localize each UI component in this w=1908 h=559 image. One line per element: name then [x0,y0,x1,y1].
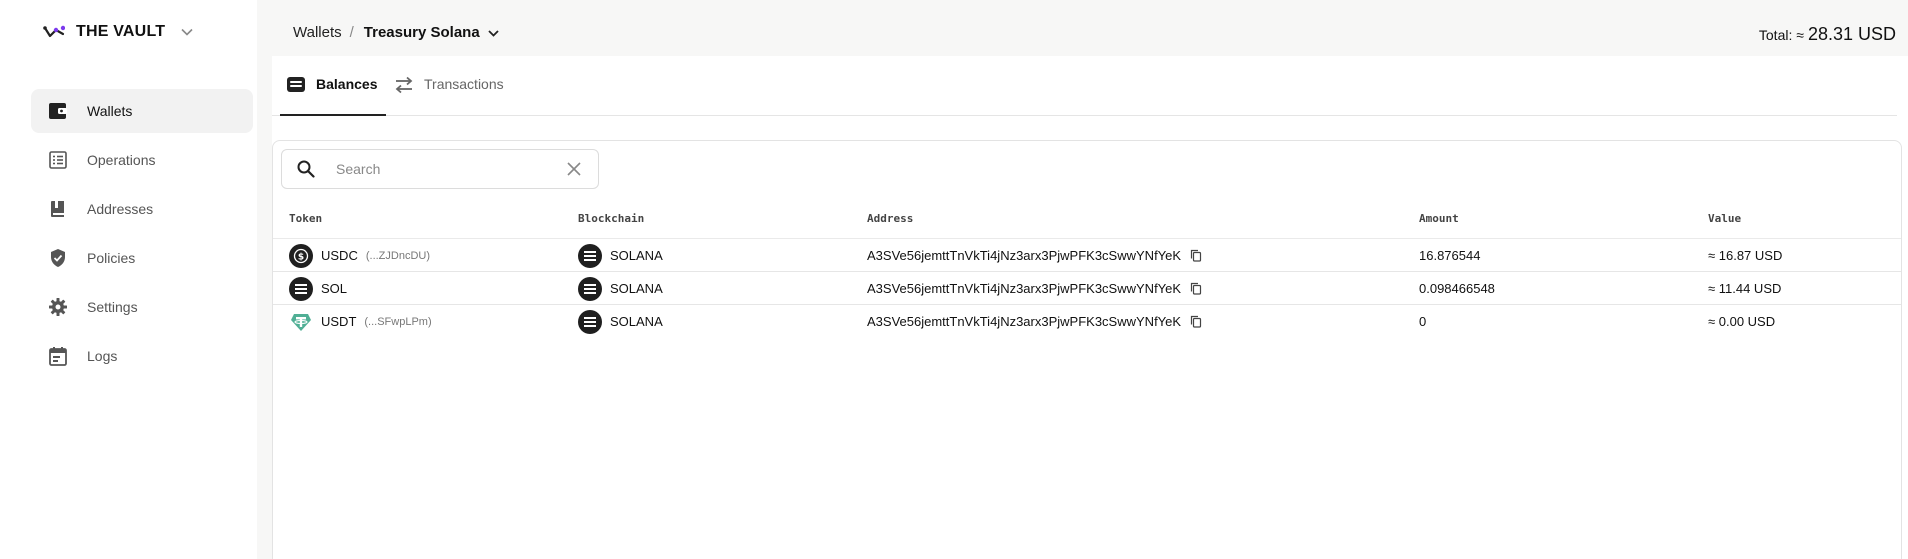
content-card: Balances Transactions Token [272,56,1908,559]
column-header-value[interactable]: Value [1708,212,1741,225]
calendar-icon [47,345,69,367]
svg-text:$: $ [298,252,304,262]
sidebar-item-label: Settings [87,299,138,315]
usdt-icon [289,310,313,334]
solana-icon [578,309,602,334]
tab-bar: Balances Transactions [272,56,1897,116]
tab-balances[interactable]: Balances [280,66,386,116]
sidebar-item-addresses[interactable]: Addresses [31,187,253,231]
table-row[interactable]: SOL SOLANA A3SVe56jemttTnVkTi4jNz3arx3Pj… [273,272,1901,305]
list-icon [47,149,69,171]
search-input[interactable] [336,161,556,177]
amount-cell: 16.876544 [1419,248,1481,263]
token-cell: $ USDC (...ZJDncDU) [289,239,430,272]
sidebar-item-label: Addresses [87,201,154,217]
blockchain-name: SOLANA [610,314,663,329]
balances-panel: Token Blockchain Address Amount Value $ … [272,140,1902,559]
copy-icon[interactable] [1189,249,1203,263]
wallet-card-icon [286,76,306,96]
workspace-switcher[interactable]: THE VAULT [42,20,195,44]
sidebar-item-operations[interactable]: Operations [31,138,253,182]
sidebar-item-wallets[interactable]: Wallets [31,89,253,133]
sidebar-item-label: Operations [87,152,156,168]
tab-transactions[interactable]: Transactions [394,66,504,116]
sidebar-item-label: Logs [87,348,118,364]
wallet-address: A3SVe56jemttTnVkTi4jNz3arx3PjwPFK3cSwwYN… [867,248,1182,263]
token-contract-short: (...SFwpLPm) [364,315,432,328]
address-cell: A3SVe56jemttTnVkTi4jNz3arx3PjwPFK3cSwwYN… [867,305,1203,338]
breadcrumb-separator: / [349,24,354,41]
token-symbol: SOL [321,281,348,296]
blockchain-name: SOLANA [610,281,663,296]
table-row[interactable]: USDT (...SFwpLPm) SOLANA A3SVe56jemttTnV… [273,305,1901,338]
solana-icon [578,276,602,301]
vault-logo-icon [42,20,66,44]
solana-icon [578,243,602,268]
close-icon[interactable] [564,159,584,179]
brand-name: THE VAULT [76,23,166,40]
usdc-icon: $ [289,243,313,268]
value-cell: ≈ 0.00 USD [1708,314,1776,329]
address-cell: A3SVe56jemttTnVkTi4jNz3arx3PjwPFK3cSwwYN… [867,272,1203,305]
search-icon [296,159,316,179]
swap-arrows-icon [394,76,414,97]
topbar: Wallets / Treasury Solana Total: ≈ 28.31… [257,0,1908,56]
column-header-address[interactable]: Address [867,212,913,225]
blockchain-cell: SOLANA [578,239,663,272]
main-area: Wallets / Treasury Solana Total: ≈ 28.31… [257,0,1908,559]
wallet-icon [47,100,69,122]
copy-icon[interactable] [1189,282,1203,296]
column-header-blockchain[interactable]: Blockchain [578,212,644,225]
sidebar: THE VAULT Wallets Operations Addresses P… [0,0,257,559]
value-cell: ≈ 16.87 USD [1708,248,1783,263]
token-cell: USDT (...SFwpLPm) [289,305,432,338]
token-symbol: USDT [321,314,357,329]
sidebar-item-settings[interactable]: Settings [31,285,253,329]
blockchain-name: SOLANA [610,248,663,263]
shield-icon [47,247,69,269]
column-header-token[interactable]: Token [289,212,322,225]
address-cell: A3SVe56jemttTnVkTi4jNz3arx3PjwPFK3cSwwYN… [867,239,1203,272]
table-row[interactable]: $ USDC (...ZJDncDU) SOLANA A3SVe56jemttT… [273,239,1901,272]
column-header-amount[interactable]: Amount [1419,212,1459,225]
book-icon [47,198,69,220]
token-contract-short: (...ZJDncDU) [365,249,431,262]
total-label: Total: ≈ [1758,27,1804,43]
breadcrumb: Wallets / Treasury Solana [293,24,499,41]
blockchain-cell: SOLANA [578,305,663,338]
sidebar-item-label: Wallets [87,103,133,119]
solana-icon [289,276,313,301]
breadcrumb-wallets-link[interactable]: Wallets [293,24,342,41]
token-symbol: USDC [321,248,358,263]
sidebar-item-policies[interactable]: Policies [31,236,253,280]
value-cell: ≈ 11.44 USD [1708,281,1782,296]
total-balance: Total: ≈ 28.31 USD [1759,24,1896,45]
blockchain-cell: SOLANA [578,272,663,305]
sidebar-nav: Wallets Operations Addresses Policies Se… [31,89,253,383]
sidebar-item-label: Policies [87,250,136,266]
sidebar-item-logs[interactable]: Logs [31,334,253,378]
gear-icon [47,296,69,318]
amount-cell: 0 [1419,314,1427,329]
chevron-down-icon [179,24,195,40]
chevron-down-icon [488,24,499,41]
token-cell: SOL [289,272,347,305]
table-header: Token Blockchain Address Amount Value [273,201,1901,239]
wallet-address: A3SVe56jemttTnVkTi4jNz3arx3PjwPFK3cSwwYN… [867,314,1182,329]
amount-cell: 0.098466548 [1419,281,1495,296]
copy-icon[interactable] [1189,315,1203,329]
total-value: 28.31 USD [1807,24,1896,44]
wallet-selector[interactable]: Treasury Solana [364,24,499,41]
wallet-address: A3SVe56jemttTnVkTi4jNz3arx3PjwPFK3cSwwYN… [867,281,1182,296]
tab-label: Balances [316,76,378,92]
search-box [281,149,599,189]
tab-label: Transactions [424,76,504,92]
current-wallet-name: Treasury Solana [363,24,480,41]
